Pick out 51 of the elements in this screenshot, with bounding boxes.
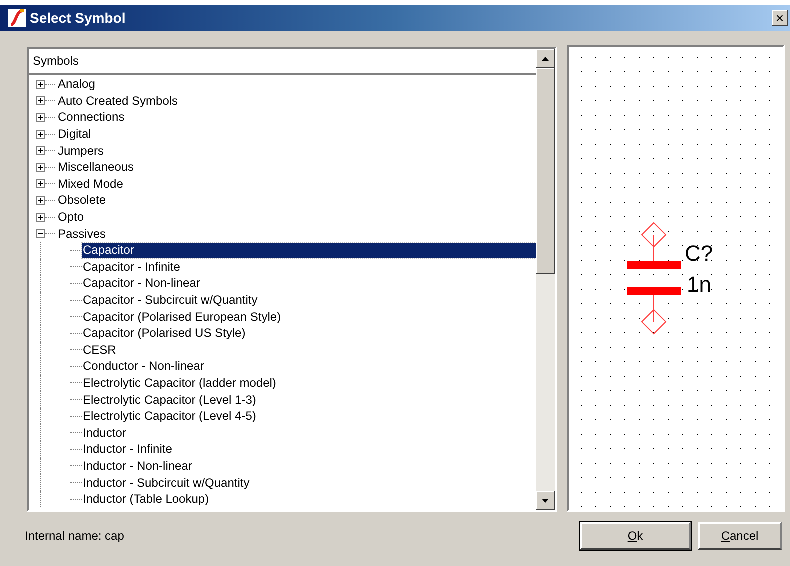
tree-item[interactable]: Inductor - Non-linear xyxy=(82,456,194,475)
tree-item[interactable]: Passives xyxy=(57,224,108,243)
app-logo-icon xyxy=(8,9,26,27)
tree-item[interactable]: Analog xyxy=(57,75,96,94)
expand-icon[interactable] xyxy=(36,112,45,122)
expand-icon[interactable] xyxy=(36,212,45,222)
tree-item[interactable]: Inductor - Infinite xyxy=(82,440,174,458)
value-label: 1n xyxy=(687,272,712,297)
collapse-icon[interactable] xyxy=(36,229,45,238)
tree-item[interactable]: Electrolytic Capacitor (Level 1-3) xyxy=(82,390,258,409)
down-arrow-icon xyxy=(542,498,549,502)
tree-item[interactable]: Capacitor - Infinite xyxy=(82,258,182,276)
tree-item[interactable]: Inductor - Subcircuit w/Quantity xyxy=(82,474,251,492)
scroll-thumb[interactable] xyxy=(536,68,555,274)
cancel-button[interactable]: Cancel xyxy=(698,522,782,550)
tree-item[interactable]: Opto xyxy=(57,208,86,226)
scroll-down-button[interactable] xyxy=(536,491,555,510)
expand-icon[interactable] xyxy=(36,146,45,156)
tree-item[interactable]: Inductor (Table Lookup) xyxy=(82,490,210,508)
scrollbar[interactable] xyxy=(536,49,555,510)
expand-icon[interactable] xyxy=(36,130,45,139)
expand-icon[interactable] xyxy=(36,96,45,106)
internal-name-label: Internal name: cap xyxy=(25,528,126,545)
expand-icon[interactable] xyxy=(36,179,45,188)
window-title: Select Symbol xyxy=(30,8,126,28)
tree-item[interactable]: Capacitor - Non-linear xyxy=(82,274,202,292)
scroll-up-button[interactable] xyxy=(536,49,555,68)
tree-item[interactable]: Digital xyxy=(57,125,92,144)
tree-item[interactable]: Miscellaneous xyxy=(57,158,136,176)
reference-label: C? xyxy=(685,241,714,266)
expand-icon[interactable] xyxy=(36,162,45,172)
tree-item[interactable]: Auto Created Symbols xyxy=(57,92,180,110)
tree-item[interactable]: Capacitor (Polarised US Style) xyxy=(82,324,247,342)
ok-button[interactable]: Ok xyxy=(580,522,691,550)
up-arrow-icon xyxy=(542,56,549,60)
tree-item[interactable]: Conductor - Non-linear xyxy=(82,357,206,376)
column-header[interactable]: Symbols xyxy=(29,49,536,75)
tree-item[interactable]: Capacitor - Subcircuit w/Quantity xyxy=(82,291,259,310)
tree-item[interactable]: Obsolete xyxy=(57,191,108,210)
tree-item[interactable]: Electrolytic Capacitor (ladder model) xyxy=(82,374,278,392)
tree-item[interactable]: Capacitor xyxy=(82,242,536,258)
tree-item[interactable]: Inductor xyxy=(82,424,128,442)
tree-item[interactable]: Mixed Mode xyxy=(57,174,124,193)
tree-item[interactable]: CESR xyxy=(82,340,118,359)
tree-item[interactable]: Capacitor (Polarised European Style) xyxy=(82,308,282,326)
tree-item[interactable]: Connections xyxy=(57,108,126,126)
expand-icon[interactable] xyxy=(36,196,45,205)
close-button[interactable]: × xyxy=(772,10,788,26)
expand-icon[interactable] xyxy=(36,80,45,89)
tree-item[interactable]: Electrolytic Capacitor (Level 4-5) xyxy=(82,407,258,426)
tree-item[interactable]: Jumpers xyxy=(57,142,106,160)
